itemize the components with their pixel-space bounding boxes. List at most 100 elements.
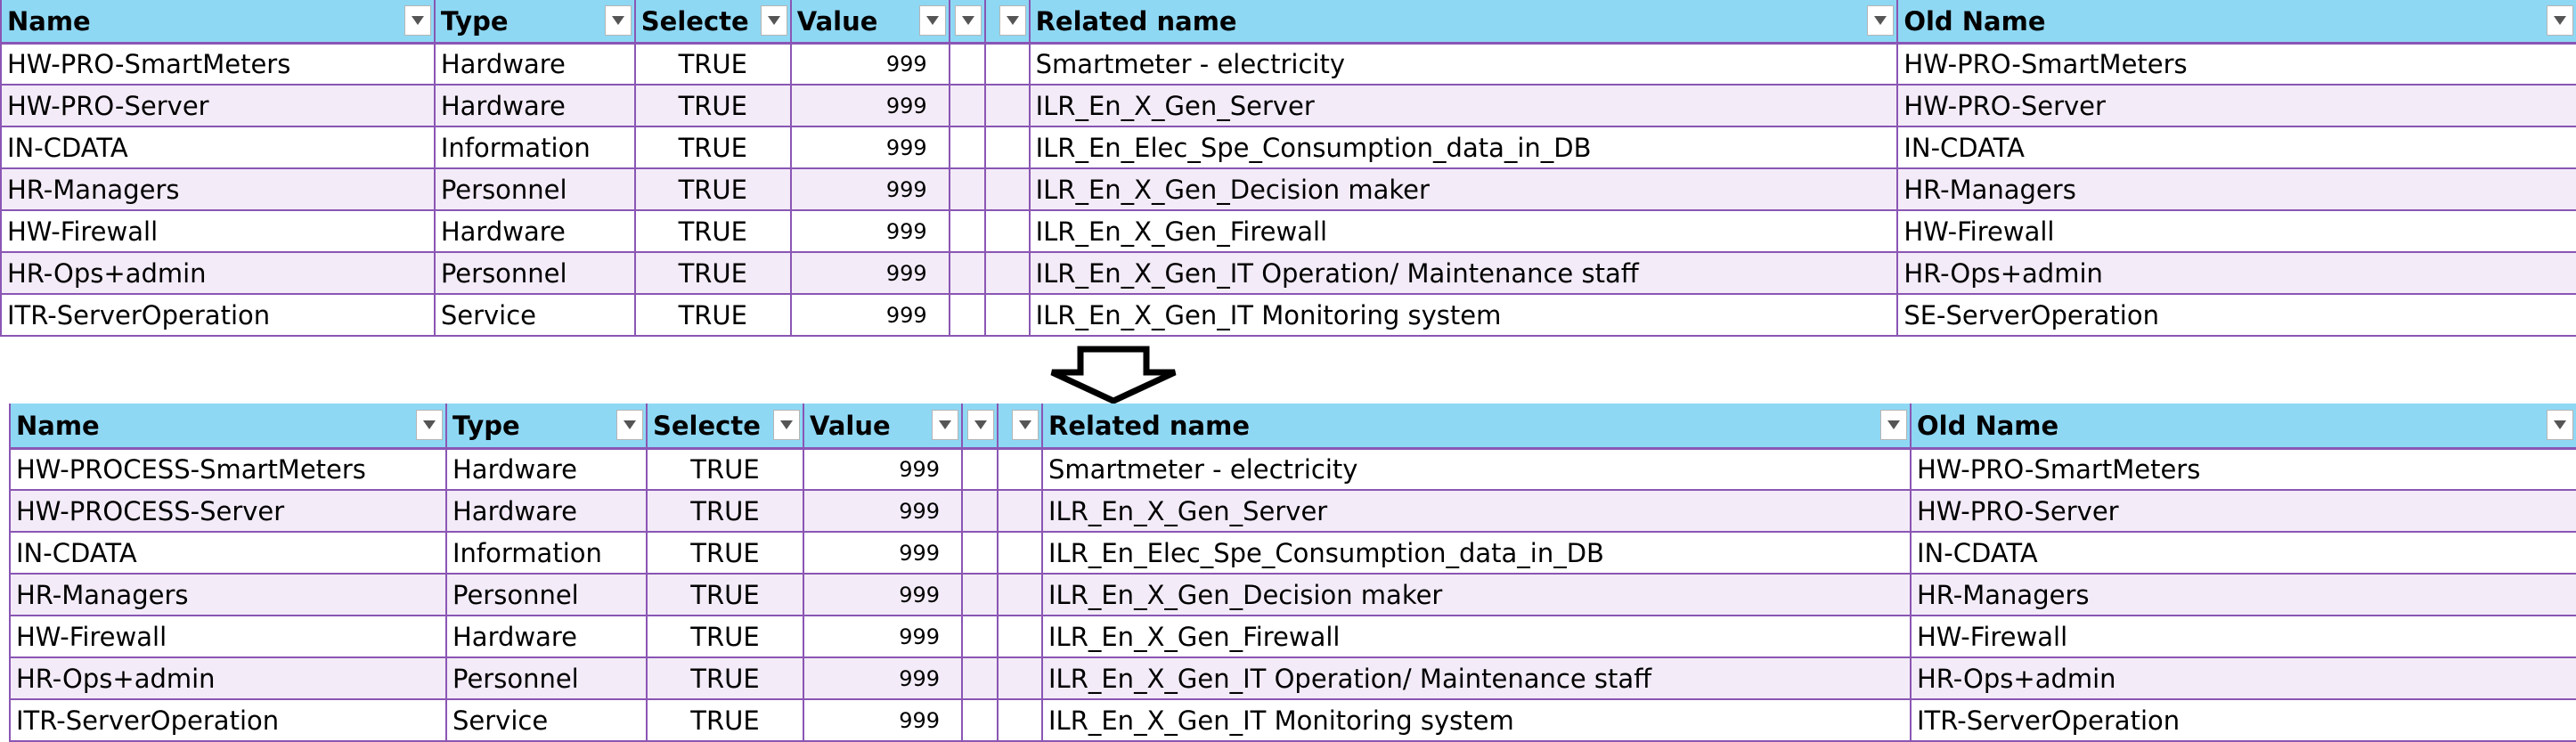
cell-blank[interactable] [948, 252, 985, 295]
cell-selected[interactable]: TRUE [633, 168, 791, 211]
filter-dropdown-icon[interactable] [954, 5, 982, 37]
cell-name[interactable]: HR-Ops+admin [9, 657, 446, 700]
cell-type[interactable]: Hardware [433, 210, 635, 253]
cell-selected[interactable]: TRUE [646, 699, 803, 742]
cell-name[interactable]: ITR-ServerOperation [0, 294, 435, 337]
cell-name[interactable]: HW-Firewall [9, 616, 446, 658]
cell-blank[interactable] [997, 699, 1042, 742]
cell-blank[interactable] [948, 43, 985, 86]
cell-related-name[interactable]: ILR_En_Elec_Spe_Consumption_data_in_DB [1041, 532, 1911, 575]
cell-selected[interactable]: TRUE [633, 252, 791, 295]
cell-blank[interactable] [961, 490, 998, 533]
cell-selected[interactable]: TRUE [633, 294, 791, 337]
cell-blank[interactable] [948, 168, 985, 211]
cell-blank[interactable] [948, 126, 985, 169]
cell-blank[interactable] [997, 532, 1042, 575]
cell-selected[interactable]: TRUE [646, 448, 803, 491]
cell-blank[interactable] [983, 252, 1030, 295]
filter-dropdown-icon[interactable] [999, 5, 1026, 37]
cell-type[interactable]: Personnel [445, 574, 647, 616]
cell-name[interactable]: HW-Firewall [0, 210, 435, 253]
cell-selected[interactable]: TRUE [646, 490, 803, 533]
cell-value[interactable]: 999 [789, 43, 950, 86]
cell-blank[interactable] [983, 168, 1030, 211]
cell-name[interactable]: HW-PROCESS-SmartMeters [9, 448, 446, 491]
cell-type[interactable]: Personnel [433, 168, 635, 211]
cell-type[interactable]: Information [433, 126, 635, 169]
filter-dropdown-icon[interactable] [760, 5, 787, 37]
filter-dropdown-icon[interactable] [967, 410, 994, 441]
cell-related-name[interactable]: ILR_En_X_Gen_Decision maker [1041, 574, 1911, 616]
cell-selected[interactable]: TRUE [633, 126, 791, 169]
cell-selected[interactable]: TRUE [646, 532, 803, 575]
cell-value[interactable]: 999 [803, 699, 962, 742]
cell-old-name[interactable]: HR-Managers [1910, 574, 2576, 616]
cell-name[interactable]: HR-Managers [0, 168, 435, 211]
cell-old-name[interactable]: HW-Firewall [1910, 616, 2576, 658]
filter-dropdown-icon[interactable] [1012, 410, 1039, 441]
cell-type[interactable]: Hardware [445, 448, 647, 491]
cell-type[interactable]: Hardware [433, 85, 635, 127]
cell-related-name[interactable]: ILR_En_Elec_Spe_Consumption_data_in_DB [1028, 126, 1898, 169]
cell-value[interactable]: 999 [803, 532, 962, 575]
cell-blank[interactable] [961, 574, 998, 616]
cell-old-name[interactable]: HW-PRO-SmartMeters [1910, 448, 2576, 491]
cell-blank[interactable] [961, 532, 998, 575]
cell-old-name[interactable]: IN-CDATA [1910, 532, 2576, 575]
filter-dropdown-icon[interactable] [416, 410, 443, 441]
cell-name[interactable]: IN-CDATA [0, 126, 435, 169]
cell-old-name[interactable]: IN-CDATA [1896, 126, 2576, 169]
cell-related-name[interactable]: ILR_En_X_Gen_Decision maker [1028, 168, 1898, 211]
cell-selected[interactable]: TRUE [646, 574, 803, 616]
cell-selected[interactable]: TRUE [646, 657, 803, 700]
cell-type[interactable]: Hardware [445, 616, 647, 658]
cell-blank[interactable] [997, 574, 1042, 616]
cell-blank[interactable] [997, 616, 1042, 658]
cell-related-name[interactable]: ILR_En_X_Gen_IT Monitoring system [1041, 699, 1911, 742]
filter-dropdown-icon[interactable] [918, 5, 946, 37]
cell-blank[interactable] [961, 657, 998, 700]
filter-dropdown-icon[interactable] [773, 410, 800, 441]
cell-related-name[interactable]: Smartmeter - electricity [1028, 43, 1898, 86]
cell-name[interactable]: IN-CDATA [9, 532, 446, 575]
cell-value[interactable]: 999 [803, 448, 962, 491]
cell-type[interactable]: Personnel [445, 657, 647, 700]
cell-blank[interactable] [997, 448, 1042, 491]
filter-dropdown-icon[interactable] [616, 410, 643, 441]
cell-blank[interactable] [961, 616, 998, 658]
cell-value[interactable]: 999 [789, 252, 950, 295]
cell-blank[interactable] [983, 294, 1030, 337]
cell-value[interactable]: 999 [789, 210, 950, 253]
cell-blank[interactable] [983, 43, 1030, 86]
filter-dropdown-icon[interactable] [1880, 410, 1907, 441]
cell-name[interactable]: HR-Ops+admin [0, 252, 435, 295]
cell-value[interactable]: 999 [803, 616, 962, 658]
cell-blank[interactable] [983, 210, 1030, 253]
cell-old-name[interactable]: SE-ServerOperation [1896, 294, 2576, 337]
cell-blank[interactable] [961, 448, 998, 491]
cell-value[interactable]: 999 [789, 294, 950, 337]
cell-old-name[interactable]: HR-Ops+admin [1910, 657, 2576, 700]
cell-blank[interactable] [997, 657, 1042, 700]
cell-old-name[interactable]: HR-Ops+admin [1896, 252, 2576, 295]
cell-type[interactable]: Service [433, 294, 635, 337]
filter-dropdown-icon[interactable] [604, 5, 632, 37]
filter-dropdown-icon[interactable] [2547, 5, 2573, 37]
cell-old-name[interactable]: HW-PRO-Server [1896, 85, 2576, 127]
cell-blank[interactable] [948, 294, 985, 337]
cell-related-name[interactable]: ILR_En_X_Gen_Server [1041, 490, 1911, 533]
cell-old-name[interactable]: HW-Firewall [1896, 210, 2576, 253]
cell-value[interactable]: 999 [789, 85, 950, 127]
cell-value[interactable]: 999 [803, 490, 962, 533]
cell-type[interactable]: Hardware [445, 490, 647, 533]
cell-name[interactable]: HW-PROCESS-Server [9, 490, 446, 533]
cell-type[interactable]: Service [445, 699, 647, 742]
cell-type[interactable]: Information [445, 532, 647, 575]
cell-selected[interactable]: TRUE [646, 616, 803, 658]
cell-related-name[interactable]: ILR_En_X_Gen_Firewall [1041, 616, 1911, 658]
cell-blank[interactable] [997, 490, 1042, 533]
cell-related-name[interactable]: ILR_En_X_Gen_IT Monitoring system [1028, 294, 1898, 337]
cell-old-name[interactable]: HW-PRO-SmartMeters [1896, 43, 2576, 86]
cell-old-name[interactable]: ITR-ServerOperation [1910, 699, 2576, 742]
cell-selected[interactable]: TRUE [633, 43, 791, 86]
